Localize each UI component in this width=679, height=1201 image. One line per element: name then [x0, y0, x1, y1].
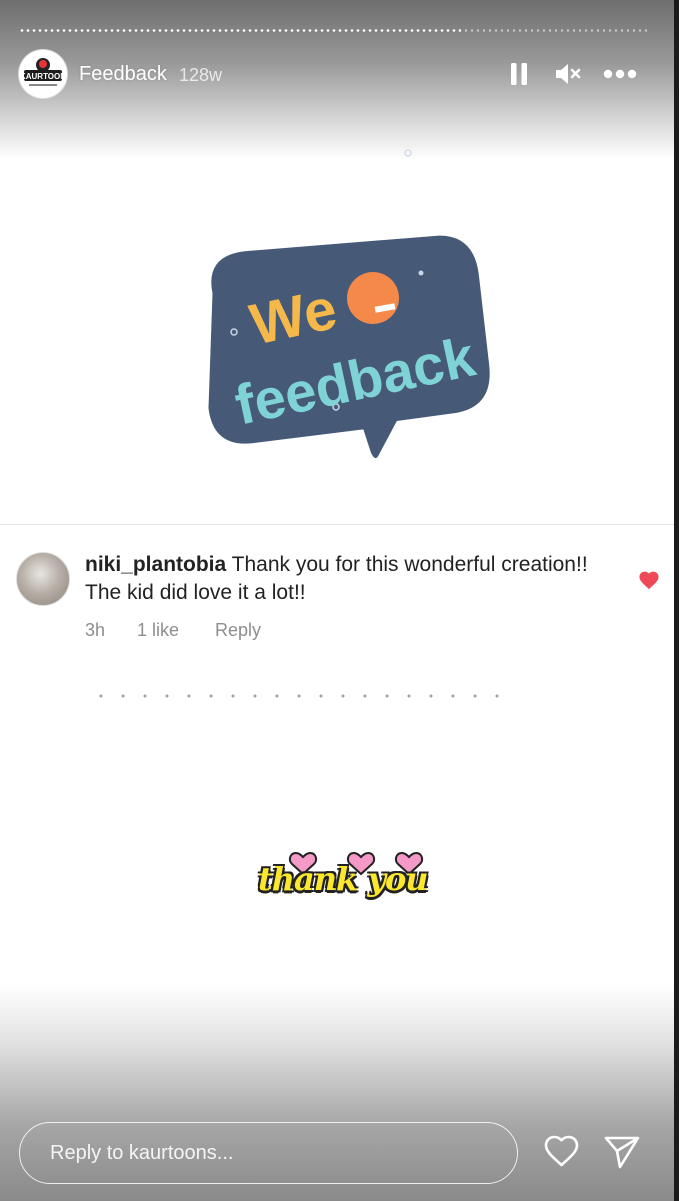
story-age: 128w — [179, 65, 223, 85]
mute-button[interactable] — [554, 61, 582, 92]
reply-input[interactable] — [48, 1123, 492, 1184]
heart-outline-icon — [544, 1135, 579, 1167]
comment-username: niki_plantobia — [85, 553, 227, 576]
comment-text: niki_plantobia Thank you for this wonder… — [85, 551, 605, 607]
kaurtoon-logo-icon: KAURTOON — [20, 51, 66, 97]
account-badge-text: KAURTOON — [20, 72, 66, 81]
divider — [0, 524, 674, 525]
we-feedback-graphic: We feedback — [208, 149, 490, 459]
pause-button[interactable] — [509, 61, 529, 92]
truncated-reply — [90, 692, 510, 700]
story-progress-fill — [19, 29, 462, 32]
comment-likes: 1 like — [137, 620, 180, 640]
story-header: KAURTOON Feedback 128w — [19, 50, 651, 98]
like-button[interactable] — [543, 1134, 580, 1173]
story-progress-bar — [19, 29, 651, 32]
liked-heart-icon — [639, 571, 659, 590]
comment-reply: Reply — [215, 620, 262, 640]
pause-icon — [511, 63, 527, 85]
more-options-icon — [603, 69, 637, 79]
story-viewer: We feedback niki_plantobia Thank you for… — [0, 0, 674, 1201]
send-button[interactable] — [603, 1134, 641, 1175]
send-icon — [604, 1136, 640, 1169]
account-avatar[interactable]: KAURTOON — [19, 50, 67, 98]
muted-speaker-icon — [556, 64, 581, 84]
orange-dot — [347, 272, 399, 324]
reply-field-container[interactable] — [19, 1122, 518, 1184]
story-image: We feedback — [0, 135, 674, 520]
thank-you-sticker: thank you — [255, 848, 430, 928]
thank-you-text: thank you — [258, 860, 429, 898]
window-edge — [674, 0, 679, 1201]
more-options-button[interactable] — [603, 62, 637, 91]
commenter-avatar — [16, 552, 70, 606]
comment-time: 3h — [85, 620, 106, 640]
story-title[interactable]: Feedback — [79, 63, 167, 86]
comment-screenshot: niki_plantobia Thank you for this wonder… — [0, 540, 674, 700]
